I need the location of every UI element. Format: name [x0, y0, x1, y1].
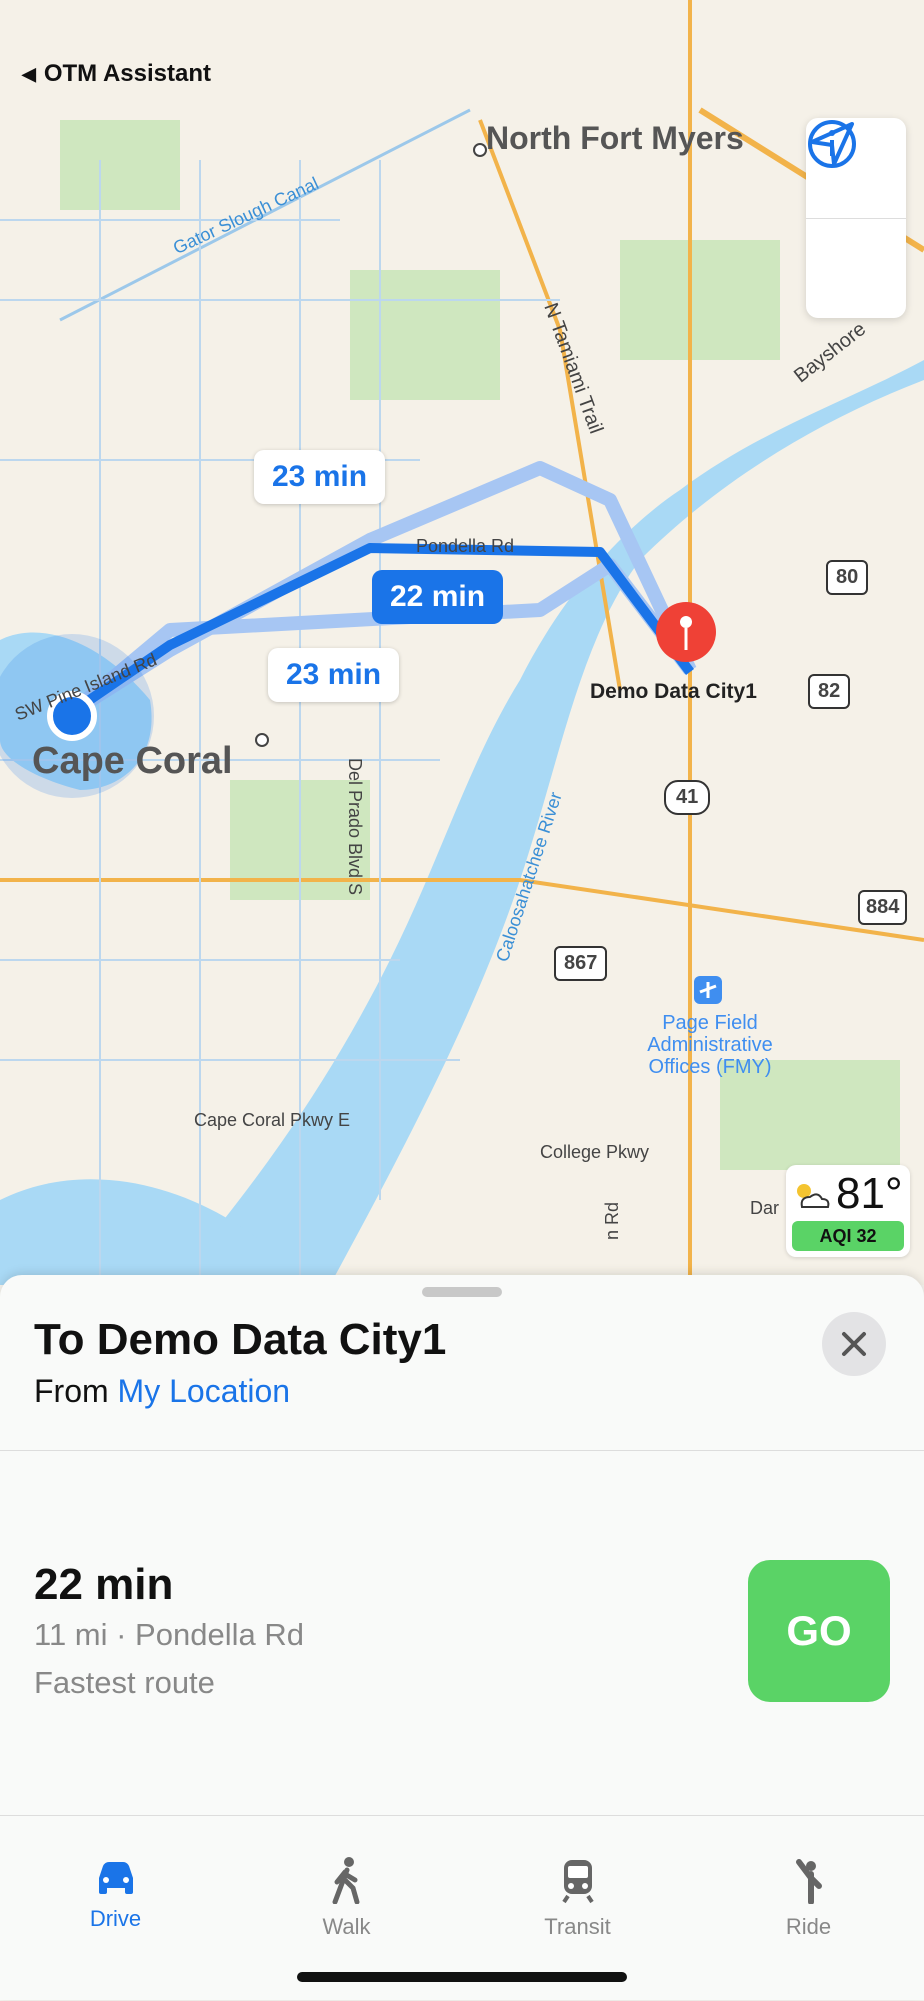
city-dot — [473, 143, 487, 157]
tab-ride[interactable]: Ride — [693, 1816, 924, 2001]
close-button[interactable] — [822, 1312, 886, 1376]
sheet-grabber[interactable] — [422, 1287, 502, 1297]
map-canvas — [0, 0, 924, 1285]
tab-label: Walk — [322, 1914, 371, 1939]
label-rd: n Rd — [602, 1201, 622, 1240]
eta-callout-main[interactable]: 22 min — [372, 570, 504, 624]
destination-title: To Demo Data City1 — [34, 1315, 447, 1364]
divider — [0, 1450, 924, 1451]
label-cape-coral: Cape Coral — [32, 740, 233, 782]
shield-867: 867 — [554, 946, 608, 981]
go-button[interactable]: GO — [748, 1560, 890, 1702]
label-destination: Demo Data City1 — [590, 680, 757, 703]
location-arrow-icon — [810, 122, 854, 166]
directions-sheet[interactable]: To Demo Data City1 From My Location 22 m… — [0, 1275, 924, 2000]
weather-temperature: 81° — [836, 1169, 903, 1218]
partly-cloudy-icon — [797, 1184, 830, 1208]
locate-button[interactable] — [806, 122, 906, 319]
shield-884: 884 — [858, 890, 908, 925]
airport-line: Offices (FMY) — [648, 1056, 772, 1078]
close-icon — [842, 1332, 866, 1356]
airport-line: Page Field — [662, 1012, 758, 1034]
weather-widget[interactable]: 81° AQI 32 — [786, 1165, 910, 1257]
tab-drive[interactable]: Drive — [0, 1816, 231, 2001]
park-area — [350, 270, 500, 400]
aqi-badge: AQI 32 — [792, 1221, 904, 1251]
origin-line: From My Location — [34, 1373, 290, 1410]
label-airport: Page Field Administrative Offices (FMY) — [640, 1012, 780, 1078]
label-pondella-rd: Pondella Rd — [416, 536, 515, 556]
shield-41: 41 — [664, 780, 711, 815]
label-north-fort-myers: North Fort Myers — [486, 120, 744, 156]
label-del-prado: Del Prado Blvd S — [345, 758, 365, 896]
label-dar: Dar — [750, 1198, 780, 1218]
shield-82: 82 — [808, 674, 851, 709]
destination-pin-head — [680, 616, 692, 628]
route-note: Fastest route — [34, 1665, 215, 1700]
tab-label: Drive — [89, 1906, 142, 1931]
label-college-pkwy: College Pkwy — [540, 1142, 650, 1162]
gulf-water — [0, 1179, 260, 1285]
tab-label: Transit — [544, 1914, 611, 1939]
tab-label: Ride — [785, 1914, 832, 1939]
route-time: 22 min — [34, 1560, 174, 1609]
hail-icon — [795, 1859, 822, 1904]
back-label: OTM Assistant — [43, 60, 211, 87]
city-dot — [255, 733, 269, 747]
status-bar-back[interactable]: ◀ OTM Assistant — [22, 60, 211, 88]
from-prefix: From — [34, 1373, 109, 1409]
origin-link[interactable]: My Location — [118, 1373, 291, 1409]
car-icon — [98, 1862, 133, 1894]
back-arrow-icon: ◀ — [22, 63, 36, 84]
eta-callout-alt-1[interactable]: 23 min — [254, 450, 386, 504]
label-cape-coral-pkwy: Cape Coral Pkwy E — [194, 1110, 351, 1130]
home-indicator[interactable] — [297, 1972, 627, 1982]
park-area — [60, 120, 180, 210]
park-area — [620, 240, 780, 360]
airport-line: Administrative — [647, 1034, 773, 1056]
map-controls — [806, 118, 906, 318]
map-view[interactable]: ◀ OTM Assistant North Fort Myers Gator S… — [0, 0, 924, 1285]
route-details: 11 mi · Pondella Rd — [34, 1617, 304, 1652]
walk-icon — [332, 1857, 359, 1904]
train-icon — [561, 1860, 594, 1904]
shield-80: 80 — [826, 560, 869, 595]
eta-callout-alt-2[interactable]: 23 min — [268, 648, 400, 702]
